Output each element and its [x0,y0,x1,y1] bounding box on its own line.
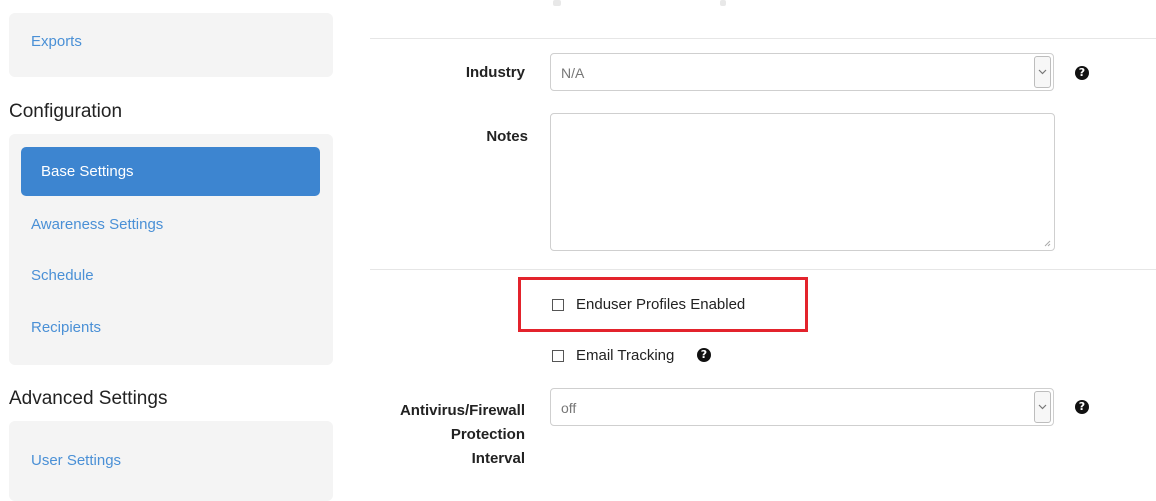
email-tracking-label[interactable]: Email Tracking [576,347,674,364]
sidebar-item-user-settings[interactable]: User Settings [31,452,121,469]
industry-select[interactable]: N/A [550,53,1054,91]
notes-textarea[interactable] [550,113,1055,251]
sidebar-item-recipients[interactable]: Recipients [31,319,101,336]
antivirus-interval-label: Antivirus/Firewall Protection Interval [360,399,525,471]
antivirus-interval-value: off [561,400,577,416]
enduser-profiles-checkbox[interactable] [552,299,564,311]
sidebar-item-exports[interactable]: Exports [31,33,82,50]
sidebar-item-awareness-settings[interactable]: Awareness Settings [31,216,163,233]
industry-select-value: N/A [561,65,585,81]
divider [370,38,1156,39]
antivirus-interval-select[interactable]: off [550,388,1054,426]
configuration-section-title: Configuration [9,101,123,122]
label-line: Protection [450,426,525,443]
industry-label: Industry [465,64,525,81]
question-circle-icon[interactable]: ? [697,348,711,362]
advanced-settings-section-title: Advanced Settings [9,388,168,409]
sidebar-item-schedule[interactable]: Schedule [31,267,94,284]
sidebar-item-base-settings[interactable]: Base Settings [21,147,320,196]
question-circle-icon[interactable]: ? [1075,400,1089,414]
chevron-down-icon [1034,391,1051,423]
notes-label: Notes [486,128,528,145]
email-tracking-checkbox[interactable] [552,350,564,362]
resize-grip-icon[interactable] [1043,239,1051,247]
enduser-profiles-label[interactable]: Enduser Profiles Enabled [576,296,745,313]
question-circle-icon[interactable]: ? [1075,66,1089,80]
sidebar-item-label: Base Settings [41,163,134,180]
label-line: Interval [471,450,525,467]
cropped-content-fragment [553,0,561,6]
label-line: Antivirus/Firewall [399,402,525,419]
chevron-down-icon [1034,56,1051,88]
cropped-content-fragment [720,0,726,6]
divider [370,269,1156,270]
